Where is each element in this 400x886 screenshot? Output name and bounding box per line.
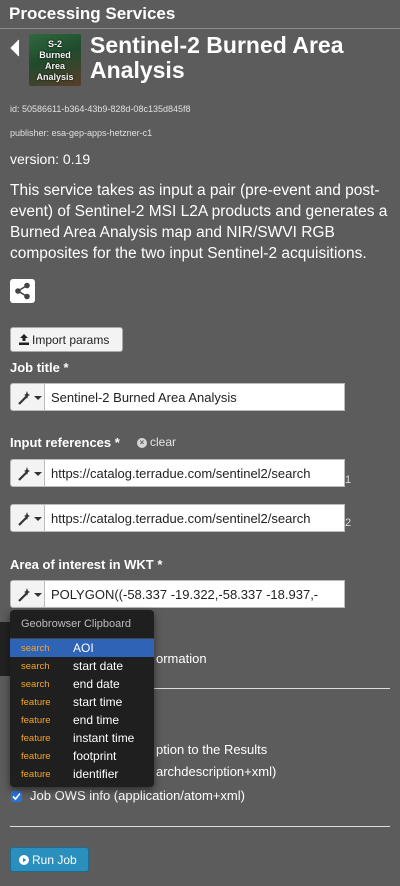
job-ows-info-checkbox[interactable] xyxy=(11,791,22,802)
item-type-tag: search xyxy=(21,661,50,672)
side-tab[interactable] xyxy=(0,622,10,676)
panel-header: Processing Services xyxy=(0,0,400,29)
input-ref-2-field[interactable]: https://catalog.terradue.com/sentinel2/s… xyxy=(45,504,345,532)
run-job-label: Run Job xyxy=(32,853,77,867)
item-type-tag: feature xyxy=(21,751,51,762)
clipboard-item-start-time[interactable]: feature start time xyxy=(10,693,154,711)
aoi-input[interactable]: POLYGON((-58.337 -19.322,-58.337 -18.937… xyxy=(45,580,345,608)
magic-wand-icon xyxy=(18,512,30,526)
share-button[interactable] xyxy=(10,279,35,303)
caret-down-icon xyxy=(34,593,42,597)
clipboard-item-end-date[interactable]: search end date xyxy=(10,675,154,693)
run-job-button[interactable]: Run Job xyxy=(10,847,89,872)
input-ref-2-wand-button[interactable] xyxy=(10,504,45,532)
item-type-tag: search xyxy=(21,679,50,690)
geobrowser-clipboard-menu: Geobrowser Clipboard search AOI search s… xyxy=(10,610,154,787)
job-ows-info-label: Job OWS info (application/atom+xml) xyxy=(30,788,245,803)
service-publisher: publisher: esa-gep-apps-hetzner-c1 xyxy=(10,128,153,138)
job-title-wand-button[interactable] xyxy=(10,383,45,411)
service-logo-text: S-2 Burned Area Analysis xyxy=(36,39,74,82)
item-name: AOI xyxy=(73,641,94,655)
service-title: Sentinel-2 Burned Area Analysis xyxy=(90,32,344,83)
clipboard-item-identifier[interactable]: feature identifier xyxy=(10,765,154,783)
job-title-input[interactable]: Sentinel-2 Burned Area Analysis xyxy=(45,383,345,411)
clipboard-item-aoi[interactable]: search AOI xyxy=(10,639,154,657)
chevron-left-icon[interactable] xyxy=(9,38,21,58)
item-type-tag: feature xyxy=(21,697,51,708)
magic-wand-icon xyxy=(18,391,30,405)
magic-wand-icon xyxy=(18,467,30,481)
input-references-label: Input references * xyxy=(10,435,120,450)
input-ref-1-field[interactable]: https://catalog.terradue.com/sentinel2/s… xyxy=(45,459,345,487)
item-name: identifier xyxy=(73,767,119,781)
magic-wand-icon xyxy=(18,588,30,602)
import-params-button[interactable]: Import params xyxy=(10,327,123,352)
clipboard-item-instant-time[interactable]: feature instant time xyxy=(10,729,154,747)
item-name: footprint xyxy=(73,749,117,763)
results-option-text: ption to the Results xyxy=(156,742,268,757)
item-type-tag: feature xyxy=(21,733,51,744)
clipboard-item-start-date[interactable]: search start date xyxy=(10,657,154,675)
upload-icon xyxy=(19,334,29,345)
item-type-tag: feature xyxy=(21,769,51,780)
job-title-label: Job title * xyxy=(10,360,69,375)
share-icon xyxy=(15,282,30,300)
caret-down-icon xyxy=(34,396,42,400)
service-version: version: 0.19 xyxy=(10,151,91,167)
clear-label: clear xyxy=(150,435,177,449)
item-name: end time xyxy=(73,713,120,727)
check-icon xyxy=(12,792,21,801)
play-circle-icon xyxy=(19,855,29,865)
information-text: ormation xyxy=(156,651,207,666)
clear-input-references-link[interactable]: × clear xyxy=(137,435,176,449)
clipboard-item-end-time[interactable]: feature end time xyxy=(10,711,154,729)
caret-down-icon xyxy=(34,472,42,476)
panel-title: Processing Services xyxy=(9,4,176,23)
aoi-label: Area of interest in WKT * xyxy=(10,557,163,572)
item-name: start date xyxy=(73,659,124,673)
caret-down-icon xyxy=(34,517,42,521)
input-ref-2-index: 2 xyxy=(345,517,352,529)
aoi-wand-button[interactable] xyxy=(10,580,45,608)
divider xyxy=(10,826,390,827)
item-name: start time xyxy=(73,695,123,709)
input-ref-1-wand-button[interactable] xyxy=(10,459,45,487)
searchdescription-option-text: archdescription+xml) xyxy=(156,764,277,779)
item-type-tag: search xyxy=(21,643,50,654)
item-type-tag: feature xyxy=(21,715,51,726)
item-name: end date xyxy=(73,677,120,691)
times-circle-icon: × xyxy=(137,437,147,448)
service-description: This service takes as input a pair (pre-… xyxy=(10,182,388,262)
input-ref-1-index: 1 xyxy=(345,474,352,486)
service-id: id: 50586611-b364-43b9-828d-08c135d845f8 xyxy=(10,104,191,114)
import-params-label: Import params xyxy=(32,333,110,347)
clipboard-item-footprint[interactable]: feature footprint xyxy=(10,747,154,765)
clipboard-menu-header: Geobrowser Clipboard xyxy=(21,618,132,630)
item-name: instant time xyxy=(73,731,135,745)
service-logo: S-2 Burned Area Analysis xyxy=(29,34,81,86)
